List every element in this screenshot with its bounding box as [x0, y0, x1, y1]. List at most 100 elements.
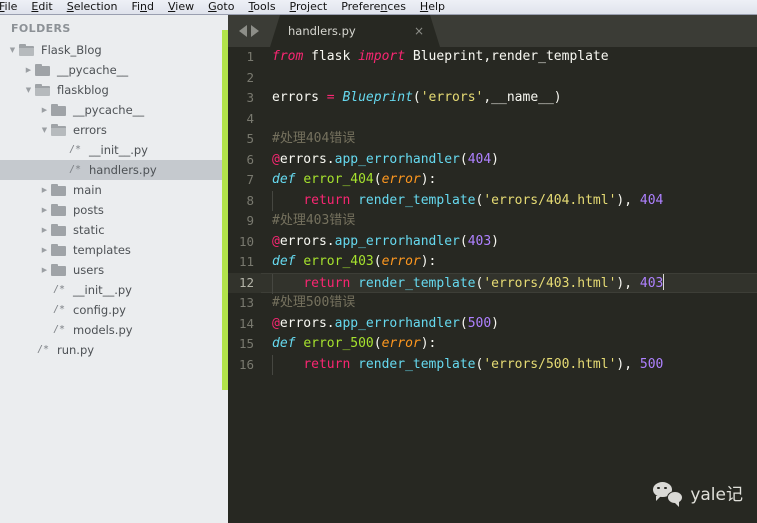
code-text: @errors.app_errorhandler(403): [261, 232, 757, 253]
code-token: ): [491, 316, 499, 331]
code-token: errors: [280, 316, 327, 331]
code-token: 404: [468, 152, 491, 167]
menu-help[interactable]: Help: [413, 0, 452, 14]
tree-folder-users[interactable]: ▶ users: [0, 260, 222, 280]
prev-tab-arrow-icon[interactable]: [239, 25, 247, 37]
code-line[interactable]: 9#处理403错误: [228, 211, 757, 232]
tree-folder-main[interactable]: ▶ main: [0, 180, 222, 200]
folder-open-icon: [35, 85, 51, 96]
chevron-right-icon[interactable]: ▶: [38, 247, 51, 254]
code-text: @errors.app_errorhandler(404): [261, 150, 757, 171]
tree-folder-templates[interactable]: ▶templates: [0, 240, 222, 260]
code-line[interactable]: 16 return render_template('errors/500.ht…: [228, 355, 757, 376]
chevron-down-icon[interactable]: ▼: [6, 47, 19, 54]
tab-handlers-py[interactable]: handlers.py ×: [270, 15, 440, 47]
menu-view[interactable]: View: [161, 0, 201, 14]
tree-folder-flaskblog[interactable]: ▼ flaskblog: [0, 80, 222, 100]
code-token: .: [327, 234, 335, 249]
chevron-right-icon[interactable]: ▶: [38, 267, 51, 274]
tab-label: handlers.py: [288, 24, 402, 38]
code-line[interactable]: 4: [228, 109, 757, 130]
line-number: 5: [228, 129, 261, 150]
code-token: 'errors/500.html': [483, 357, 616, 372]
tree-file-config-py[interactable]: ▶/*config.py: [0, 300, 222, 320]
code-line[interactable]: 14@errors.app_errorhandler(500): [228, 314, 757, 335]
code-token: [303, 49, 311, 64]
code-token: render_template: [358, 276, 475, 291]
code-text: def error_404(error):: [261, 170, 757, 191]
tree-folder-errors[interactable]: ▼errors: [0, 120, 222, 140]
menu-file[interactable]: File: [0, 0, 24, 14]
folder-closed-icon: [51, 185, 67, 196]
next-tab-arrow-icon[interactable]: [251, 25, 259, 37]
code-line[interactable]: 5#处理404错误: [228, 129, 757, 150]
code-line[interactable]: 2: [228, 68, 757, 89]
menu-preferences[interactable]: Preferences: [334, 0, 413, 14]
menu-project[interactable]: Project: [283, 0, 335, 14]
close-icon[interactable]: ×: [402, 25, 440, 37]
code-token: [350, 276, 358, 291]
tree-file-handlers-py[interactable]: ▶/*handlers.py: [0, 160, 222, 180]
code-token: @: [272, 234, 280, 249]
code-text: [261, 109, 757, 130]
code-token: ):: [421, 336, 437, 351]
chevron-down-icon[interactable]: ▼: [22, 87, 35, 94]
code-line[interactable]: 3errors = Blueprint('errors',__name__): [228, 88, 757, 109]
menu-find[interactable]: Find: [124, 0, 161, 14]
tree-file-init-py[interactable]: ▶/*__init__.py: [0, 140, 222, 160]
code-line[interactable]: 1from flask import Blueprint,render_temp…: [228, 47, 757, 68]
code-token: ):: [421, 172, 437, 187]
folder-tree: ▼Flask_Blog▶__pycache__▼flaskblog▶__pyca…: [0, 39, 222, 360]
code-token: (: [460, 152, 468, 167]
arrow-spacer: ▶: [38, 287, 51, 294]
chevron-down-icon[interactable]: ▼: [38, 127, 51, 134]
code-line[interactable]: 7def error_404(error):: [228, 170, 757, 191]
tree-item-label: flaskblog: [57, 80, 109, 100]
tree-item-label: main: [73, 180, 102, 200]
chevron-right-icon[interactable]: ▶: [38, 187, 51, 194]
tree-folder-pycache[interactable]: ▶__pycache__: [0, 100, 222, 120]
folder-open-icon: [19, 45, 35, 56]
code-editor[interactable]: 1from flask import Blueprint,render_temp…: [228, 47, 757, 523]
indent-guide: [272, 355, 273, 376]
menu-edit[interactable]: Edit: [24, 0, 59, 14]
menu-goto[interactable]: Goto: [201, 0, 241, 14]
code-text: return render_template('errors/403.html'…: [261, 273, 757, 294]
tab-navigation: [228, 15, 270, 47]
menu-tools[interactable]: Tools: [241, 0, 282, 14]
code-token: (: [460, 316, 468, 331]
code-text: def error_500(error):: [261, 334, 757, 355]
chevron-right-icon[interactable]: ▶: [38, 107, 51, 114]
tree-item-label: models.py: [73, 320, 133, 340]
tree-file-init-py[interactable]: ▶/*__init__.py: [0, 280, 222, 300]
code-token: [350, 193, 358, 208]
menu-selection[interactable]: Selection: [60, 0, 125, 14]
chevron-right-icon[interactable]: ▶: [38, 207, 51, 214]
code-token: [272, 357, 303, 372]
code-token: errors: [280, 234, 327, 249]
code-token: return: [303, 357, 350, 372]
indent-guide: [272, 274, 273, 295]
code-line[interactable]: 6@errors.app_errorhandler(404): [228, 150, 757, 171]
code-line[interactable]: 8 return render_template('errors/404.htm…: [228, 191, 757, 212]
code-token: #处理403错误: [272, 213, 355, 228]
chevron-right-icon[interactable]: ▶: [22, 67, 35, 74]
code-text: return render_template('errors/500.html'…: [261, 355, 757, 376]
tree-file-models-py[interactable]: ▶/*models.py: [0, 320, 222, 340]
tree-folder-posts[interactable]: ▶posts: [0, 200, 222, 220]
tree-file-run-py[interactable]: ▶/*run.py: [0, 340, 222, 360]
code-line[interactable]: 13#处理500错误: [228, 293, 757, 314]
chevron-right-icon[interactable]: ▶: [38, 227, 51, 234]
tree-folder-static[interactable]: ▶static: [0, 220, 222, 240]
tree-folder-flask-blog[interactable]: ▼Flask_Blog: [0, 40, 222, 60]
python-file-icon: /*: [67, 165, 83, 175]
code-token: 'errors/403.html': [483, 276, 616, 291]
arrow-spacer: ▶: [38, 307, 51, 314]
tree-folder-pycache[interactable]: ▶__pycache__: [0, 60, 222, 80]
code-line[interactable]: 15def error_500(error):: [228, 334, 757, 355]
code-line[interactable]: 12 return render_template('errors/403.ht…: [228, 273, 757, 294]
tree-item-label: users: [73, 260, 104, 280]
code-token: error: [382, 254, 421, 269]
code-line[interactable]: 11def error_403(error):: [228, 252, 757, 273]
code-line[interactable]: 10@errors.app_errorhandler(403): [228, 232, 757, 253]
